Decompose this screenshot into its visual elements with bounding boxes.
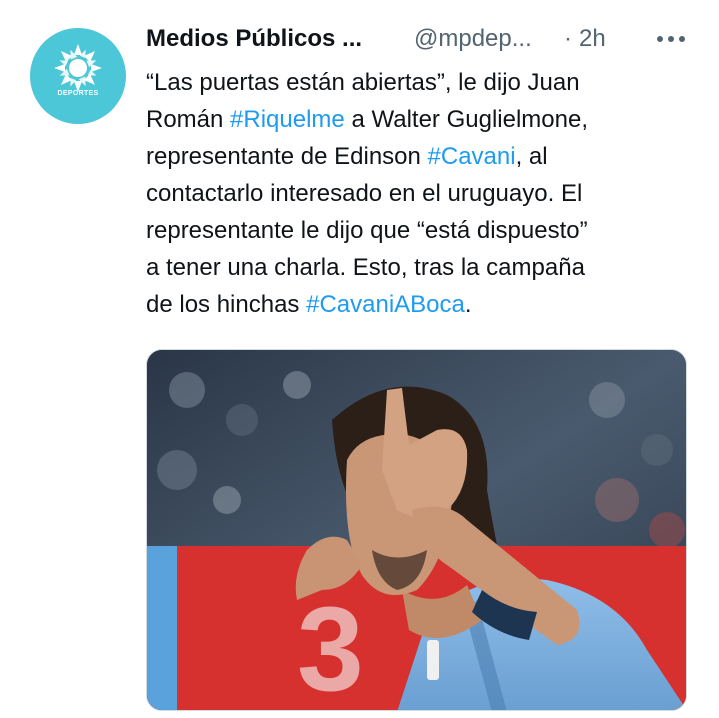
tweet-text-line: representante le dijo que “está dispuest…: [146, 212, 696, 249]
tweet-text-segment: de los hinchas: [146, 291, 307, 318]
tweet-text-segment: Román: [146, 106, 231, 133]
tweet-header: Medios Públicos ... @mpdep... · 2h: [146, 22, 696, 58]
player-photo: 3: [147, 350, 686, 711]
tweet-text-segment: representante le dijo que “está dispuest…: [146, 217, 588, 244]
hashtag-link[interactable]: #Riquelme: [230, 106, 345, 133]
tweet-text-line: representante de Edinson #Cavani, al: [146, 138, 696, 175]
svg-text:3: 3: [297, 582, 364, 711]
tweet-text-segment: a Walter Guglielmone,: [344, 106, 588, 133]
tweet-text-segment: “Las puertas están abiertas”, le dijo Ju…: [146, 69, 580, 96]
display-name[interactable]: Medios Públicos ...: [146, 25, 362, 53]
handle[interactable]: @mpdep...: [414, 25, 532, 53]
timestamp[interactable]: 2h: [579, 25, 606, 53]
tweet-text-segment: a tener una charla. Esto, tras la campañ…: [146, 254, 585, 281]
tweet-text-line: Román #Riquelme a Walter Guglielmone,: [146, 101, 696, 138]
tweet-text: “Las puertas están abiertas”, le dijo Ju…: [146, 64, 696, 323]
sun-logo-icon: [54, 44, 102, 92]
tweet[interactable]: DEPORTES Medios Públicos ... @mpdep... ·…: [0, 0, 719, 718]
tweet-text-segment: representante de Edinson: [146, 143, 428, 170]
tweet-text-line: de los hinchas #CavaniABoca.: [146, 286, 696, 323]
more-button[interactable]: [654, 24, 688, 54]
separator-dot: ·: [564, 25, 572, 52]
tweet-text-line: a tener una charla. Esto, tras la campañ…: [146, 249, 696, 286]
avatar[interactable]: DEPORTES: [30, 28, 126, 124]
tweet-text-line: contactarlo interesado en el uruguayo. E…: [146, 175, 696, 212]
tweet-text-line: “Las puertas están abiertas”, le dijo Ju…: [146, 64, 696, 101]
tweet-text-segment: .: [464, 291, 472, 318]
hashtag-link[interactable]: #Cavani: [428, 143, 516, 170]
hashtag-link[interactable]: #CavaniABoca: [306, 291, 465, 318]
more-dots-icon: [657, 36, 685, 42]
tweet-text-segment: , al: [515, 143, 548, 170]
tweet-media[interactable]: 3: [146, 349, 687, 711]
tweet-text-segment: contactarlo interesado en el uruguayo. E…: [146, 180, 583, 207]
avatar-label: DEPORTES: [57, 90, 99, 97]
